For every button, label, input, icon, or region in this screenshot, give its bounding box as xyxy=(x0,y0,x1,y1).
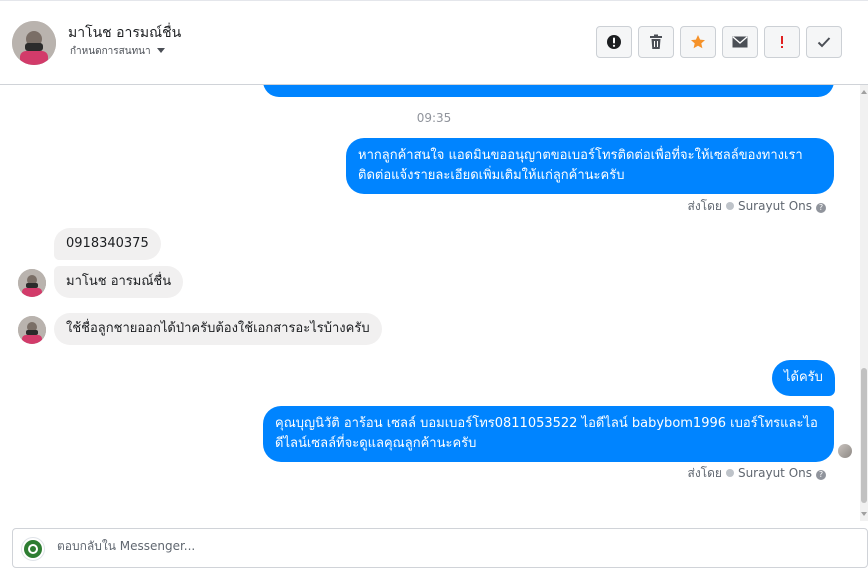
thread-scrollbar[interactable] xyxy=(860,85,868,521)
check-icon xyxy=(817,36,831,48)
mark-spam-button[interactable] xyxy=(764,26,800,58)
message-bubble-outgoing[interactable]: คุณบุญนิวัติ อาร้อน เซลล์ บอมเบอร์โทร081… xyxy=(263,406,834,462)
exclamation-icon xyxy=(779,34,785,50)
conversation-status-dropdown[interactable]: กำหนดการสนทนา xyxy=(70,44,165,59)
star-icon xyxy=(690,34,706,50)
sender-name[interactable]: Surayut Ons xyxy=(738,199,812,213)
report-button[interactable] xyxy=(596,26,632,58)
conversation-status-label: กำหนดการสนทนา xyxy=(70,46,151,57)
caret-down-icon xyxy=(156,48,165,53)
conversation-toolbar xyxy=(596,26,842,58)
message-bubble-incoming[interactable]: 0918340375 xyxy=(54,228,161,260)
scroll-up-icon[interactable] xyxy=(861,90,867,94)
contact-avatar[interactable] xyxy=(12,21,56,65)
message-bubble-outgoing-partial[interactable] xyxy=(263,85,834,97)
message-bubble-incoming[interactable]: ใช้ชื่อลูกชายออกได้ป่าครับต้องใช้เอกสารอ… xyxy=(54,313,382,345)
reply-input[interactable] xyxy=(57,539,657,553)
trash-icon xyxy=(649,34,663,50)
mark-unread-button[interactable] xyxy=(722,26,758,58)
scrollbar-thumb[interactable] xyxy=(861,368,867,503)
sender-avatar-icon xyxy=(725,469,734,477)
sent-by-label: ส่งโดย Surayut Ons? xyxy=(687,464,826,483)
alert-circle-icon xyxy=(606,34,622,50)
mark-done-button[interactable] xyxy=(806,26,842,58)
message-bubble-outgoing[interactable]: หากลูกค้าสนใจ แอดมินขออนุญาตขอเบอร์โทรติ… xyxy=(346,138,834,194)
delete-button[interactable] xyxy=(638,26,674,58)
contact-avatar-small xyxy=(18,269,46,297)
help-icon[interactable]: ? xyxy=(816,470,826,480)
help-icon[interactable]: ? xyxy=(816,203,826,213)
sent-by-label: ส่งโดย Surayut Ons? xyxy=(687,197,826,216)
divider xyxy=(0,0,868,1)
contact-name[interactable]: มาโนช อารมณ์ชื่น xyxy=(68,22,181,44)
sent-by-prefix: ส่งโดย xyxy=(687,199,722,213)
sender-avatar-icon xyxy=(725,202,734,210)
message-bubble-incoming[interactable]: มาโนช อารมณ์ชื่น xyxy=(54,266,184,298)
scroll-down-icon[interactable] xyxy=(861,512,867,516)
sent-by-prefix: ส่งโดย xyxy=(687,466,722,480)
sender-name[interactable]: Surayut Ons xyxy=(738,466,812,480)
message-bubble-outgoing[interactable]: ได้ครับ xyxy=(772,360,835,396)
star-button[interactable] xyxy=(680,26,716,58)
message-thread[interactable]: 09:35 หากลูกค้าสนใจ แอดมินขออนุญาตขอเบอร… xyxy=(0,85,860,521)
seen-avatar-icon xyxy=(838,444,852,458)
contact-avatar-small xyxy=(18,316,46,344)
envelope-icon xyxy=(732,36,748,48)
page-avatar xyxy=(21,537,45,561)
conversation-header: มาโนช อารมณ์ชื่น กำหนดการสนทนา xyxy=(0,0,868,85)
reply-composer xyxy=(12,528,868,568)
message-timestamp: 09:35 xyxy=(416,111,452,125)
